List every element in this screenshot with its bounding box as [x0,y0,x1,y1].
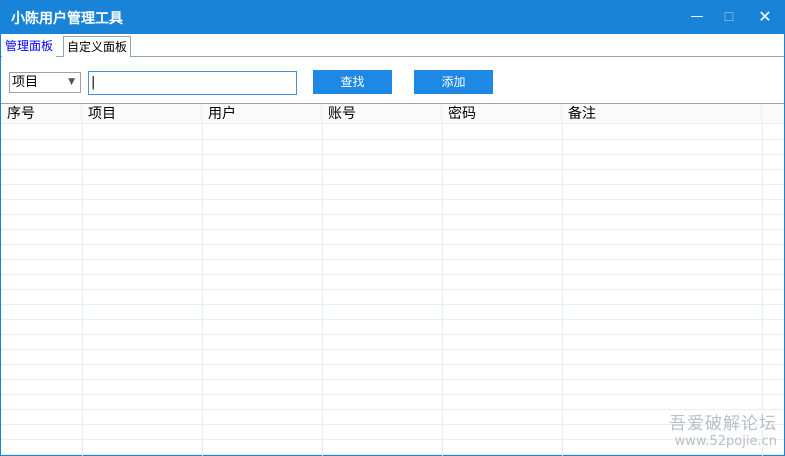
grid-row-line [1,364,784,365]
select-value: 项目 [12,75,39,90]
column-header-note[interactable]: 备注 [562,104,762,124]
title-bar: 小陈用户管理工具 — ☐ ✕ [0,0,785,34]
grid-column-line [562,124,563,456]
add-button[interactable]: 添加 [414,70,493,94]
grid-row-line [1,214,784,215]
field-select[interactable]: 项目 ▼ [9,72,81,93]
grid-column-line [322,124,323,456]
tab-custom-panel[interactable]: 自定义面板 [63,36,132,57]
data-grid[interactable]: 序号 项目 用户 账号 密码 备注 [1,103,784,456]
grid-row-line [1,424,784,425]
grid-row-line [1,334,784,335]
tab-management-panel[interactable]: 管理面板 [2,34,57,57]
column-header-project[interactable]: 项目 [82,104,202,124]
grid-row-line [1,349,784,350]
watermark: 吾爱破解论坛 www.52pojie.cn [669,416,777,450]
chevron-down-icon: ▼ [68,77,75,87]
grid-row-line [1,454,784,455]
maximize-icon[interactable]: ☐ [715,4,743,30]
grid-column-line [202,124,203,456]
grid-row-line [1,394,784,395]
grid-row-line [1,289,784,290]
minimize-icon[interactable]: — [683,4,711,30]
tab-bar: 管理面板 自定义面板 [1,34,784,57]
grid-row-line [1,304,784,305]
column-header-user[interactable]: 用户 [202,104,322,124]
window-title: 小陈用户管理工具 [11,11,123,27]
grid-row-line [1,244,784,245]
grid-row-line [1,274,784,275]
grid-row-line [1,184,784,185]
grid-row-line [1,259,784,260]
watermark-url: www.52pojie.cn [674,434,777,449]
grid-row-line [1,199,784,200]
grid-row-line [1,139,784,140]
grid-row-line [1,439,784,440]
grid-row-line [1,409,784,410]
column-header-account[interactable]: 账号 [322,104,442,124]
grid-column-line [762,124,763,456]
find-button[interactable]: 查找 [313,70,392,94]
column-header-password[interactable]: 密码 [442,104,562,124]
search-input[interactable]: | [88,71,297,95]
column-header-index[interactable]: 序号 [1,104,82,124]
grid-row-line [1,319,784,320]
grid-column-line [82,124,83,456]
watermark-title: 吾爱破解论坛 [669,414,777,434]
grid-row-line [1,229,784,230]
grid-column-line [442,124,443,456]
grid-header: 序号 项目 用户 账号 密码 备注 [1,104,784,124]
close-icon[interactable]: ✕ [751,4,779,30]
grid-row-line [1,169,784,170]
grid-row-line [1,379,784,380]
grid-row-line [1,154,784,155]
